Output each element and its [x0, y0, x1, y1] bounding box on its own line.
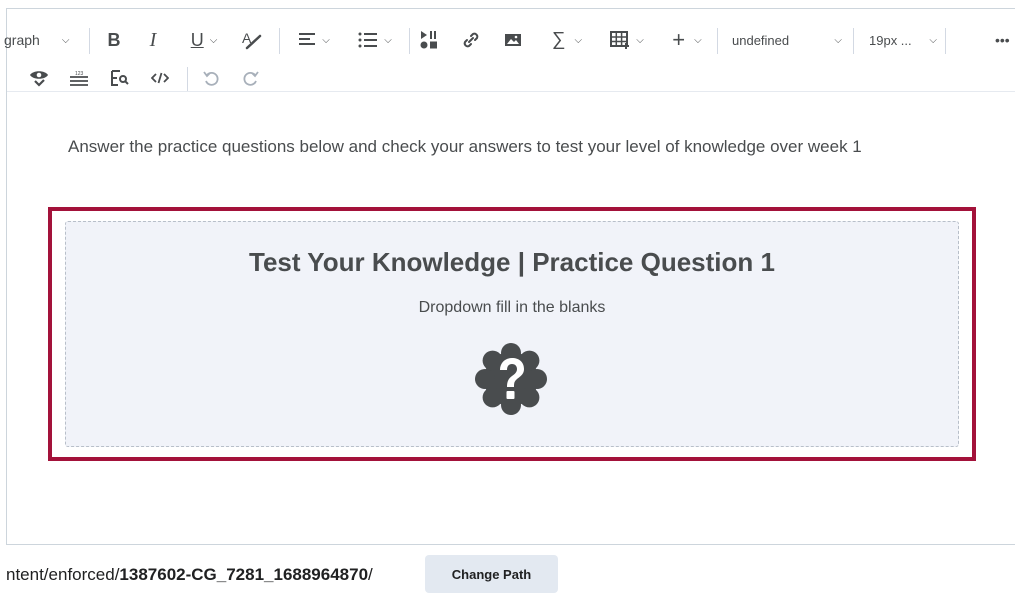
font-family-value: undefined [732, 32, 790, 48]
insert-link-button[interactable] [459, 20, 483, 60]
toolbar-separator [279, 28, 280, 54]
toolbar-separator [409, 28, 410, 54]
table-dropdown[interactable]: ⌵ [603, 20, 651, 60]
toolbar-separator [945, 28, 946, 54]
format-block-label: graph [4, 32, 40, 48]
chevron-down-icon: ⌵ [694, 34, 702, 46]
list-icon [358, 32, 378, 48]
list-dropdown[interactable]: ⌵ [350, 20, 400, 60]
svg-text:123: 123 [75, 71, 84, 77]
align-left-icon [299, 33, 316, 45]
path-suffix: / [368, 565, 373, 584]
chevron-down-icon: ⌵ [574, 34, 583, 46]
toolbar-separator [853, 28, 854, 54]
card-subtitle: Dropdown fill in the blanks [418, 299, 606, 316]
more-icon: ••• [995, 32, 1010, 48]
insert-stuff-icon [420, 31, 437, 49]
chevron-down-icon: ⌵ [384, 34, 392, 46]
underline-dropdown[interactable]: U ⌵ [181, 20, 227, 60]
redo-button[interactable] [239, 61, 263, 95]
toolbar-separator [187, 67, 188, 91]
toolbar-separator [717, 28, 718, 54]
text-color-icon: A [242, 30, 262, 50]
image-icon [505, 34, 521, 46]
chevron-down-icon: ⌵ [209, 34, 218, 46]
insert-dropdown[interactable]: + ⌵ [665, 20, 709, 60]
find-replace-icon [111, 70, 129, 86]
highlight-box: Test Your Knowledge | Practice Question … [48, 207, 976, 461]
equation-dropdown[interactable]: ∑ ⌵ [545, 20, 589, 60]
text-color-button[interactable]: A [237, 20, 267, 60]
find-replace-button[interactable] [108, 61, 132, 95]
font-size-value: 19px ... [869, 32, 912, 48]
undo-button[interactable] [199, 61, 223, 95]
chevron-down-icon: ⌵ [834, 34, 842, 46]
change-path-button[interactable]: Change Path [425, 555, 558, 593]
chevron-down-icon: ⌵ [929, 34, 937, 46]
toolbar-separator [89, 28, 90, 54]
intro-text: Answer the practice questions below and … [68, 137, 862, 156]
undo-icon [203, 71, 219, 86]
html-editor: graph ⌵ B I U ⌵ A ⌵ ⌵ ∑ ⌵ ⌵ + ⌵ undefine… [4, 8, 1015, 545]
insert-stuff-button[interactable] [417, 20, 441, 60]
toolbar-row-2: 123 [7, 61, 1015, 95]
question-card[interactable]: Test Your Knowledge | Practice Question … [65, 221, 959, 447]
question-badge-icon [475, 343, 547, 415]
font-family-dropdown[interactable]: undefined ⌵ [732, 20, 842, 60]
more-options-button[interactable]: ••• [995, 20, 1015, 60]
path-folder: 1387602-CG_7281_1688964870 [119, 565, 369, 584]
chevron-down-icon: ⌵ [61, 34, 70, 46]
file-path: ntent/enforced/1387602-CG_7281_168896487… [6, 565, 373, 585]
table-icon [610, 31, 630, 49]
insert-image-button[interactable] [501, 20, 525, 60]
underline-icon: U [190, 29, 204, 50]
editor-toolbar: graph ⌵ B I U ⌵ A ⌵ ⌵ ∑ ⌵ ⌵ + ⌵ undefine… [4, 9, 1015, 95]
code-icon [151, 72, 169, 84]
redo-icon [243, 71, 259, 86]
toolbar-row-1: graph ⌵ B I U ⌵ A ⌵ ⌵ ∑ ⌵ ⌵ + ⌵ undefine… [4, 20, 1015, 60]
editor-content[interactable]: Answer the practice questions below and … [7, 93, 1015, 545]
source-code-button[interactable] [148, 61, 172, 95]
align-dropdown[interactable]: ⌵ [291, 20, 337, 60]
plus-icon: + [672, 27, 686, 52]
chevron-down-icon: ⌵ [322, 34, 330, 46]
accessibility-checker-button[interactable] [27, 61, 51, 95]
path-prefix: ntent/enforced/ [6, 565, 120, 584]
word-count-button[interactable]: 123 [67, 61, 91, 95]
path-bar: ntent/enforced/1387602-CG_7281_168896487… [0, 553, 1015, 599]
card-title: Test Your Knowledge | Practice Question … [249, 247, 775, 277]
sum-icon: ∑ [551, 29, 566, 50]
eye-check-icon [30, 71, 48, 87]
bold-button[interactable]: B [101, 20, 127, 60]
italic-button[interactable]: I [140, 20, 166, 60]
font-size-dropdown[interactable]: 19px ... ⌵ [869, 20, 937, 60]
chevron-down-icon: ⌵ [636, 34, 644, 46]
link-icon [463, 32, 479, 48]
format-block-dropdown[interactable]: graph ⌵ [4, 20, 84, 60]
word-count-icon: 123 [70, 71, 88, 86]
